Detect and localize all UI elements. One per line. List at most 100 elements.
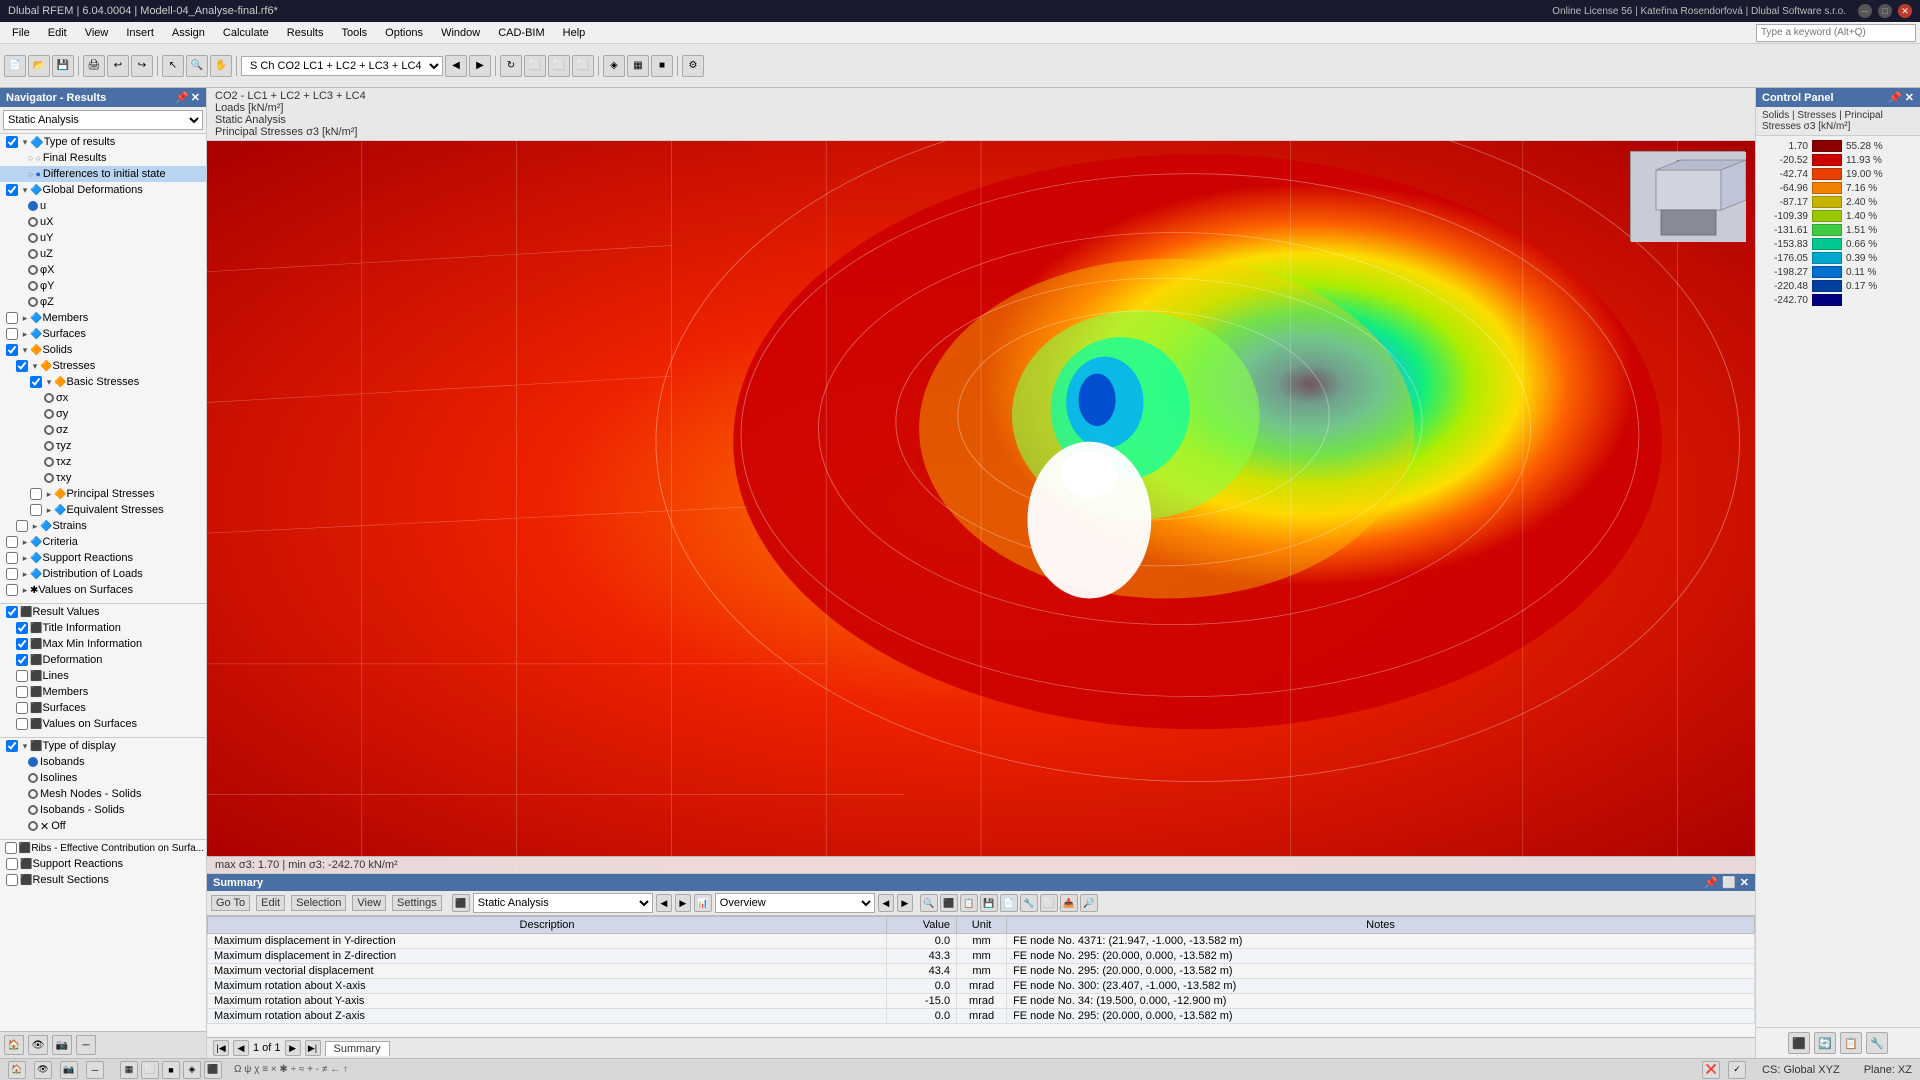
menu-results[interactable]: Results — [279, 25, 332, 41]
tree-ux[interactable]: uX — [0, 214, 206, 230]
tree-isolines[interactable]: Isolines — [0, 770, 206, 786]
tree-uy[interactable]: uY — [0, 230, 206, 246]
status-cam-btn[interactable]: 📷 — [60, 1061, 78, 1079]
side-view[interactable]: ⬜ — [548, 55, 570, 77]
expander-global-def[interactable]: ▾ — [20, 185, 30, 196]
status-line-btn[interactable]: ─ — [86, 1061, 104, 1079]
wireframe-button[interactable]: ▦ — [627, 55, 649, 77]
settings-button[interactable]: ⚙ — [682, 55, 704, 77]
keyword-search[interactable] — [1756, 24, 1916, 42]
tree-values-surfaces[interactable]: ▸ ✱ Values on Surfaces — [0, 582, 206, 598]
save-button[interactable]: 💾 — [52, 55, 74, 77]
expander-distloads[interactable]: ▸ — [20, 569, 30, 580]
expander-display[interactable]: ▾ — [20, 741, 30, 752]
tree-isobands[interactable]: Isobands — [0, 754, 206, 770]
sum-tb8[interactable]: 📥 — [1060, 894, 1078, 912]
summary-next[interactable]: ▶ — [675, 894, 691, 912]
expander-solids[interactable]: ▾ — [20, 345, 30, 356]
iso-view[interactable]: ◈ — [603, 55, 625, 77]
expander-strains[interactable]: ▸ — [30, 521, 40, 532]
tree-type-results[interactable]: ▾ 🔷 Type of results — [0, 134, 206, 150]
summary-expand[interactable]: ⬜ — [1722, 876, 1736, 889]
zoom-button[interactable]: 🔍 — [186, 55, 208, 77]
tree-support-reactions-2[interactable]: ⬛ Support Reactions — [0, 856, 206, 872]
status-home-btn[interactable]: 🏠 — [8, 1061, 26, 1079]
tree-values-surf-rv[interactable]: ⬛ Values on Surfaces — [0, 716, 206, 732]
sum-tb2[interactable]: ⬛ — [940, 894, 958, 912]
tree-tauxy[interactable]: τxy — [0, 470, 206, 486]
status-render5[interactable]: ⬛ — [204, 1061, 222, 1079]
tree-max-min-info[interactable]: ⬛ Max Min Information — [0, 636, 206, 652]
summary-edit[interactable]: Edit — [256, 895, 285, 911]
viewport[interactable]: 125.00 100.00 max σ3: 1.70 | min σ3: -24… — [207, 141, 1755, 873]
tree-deformation[interactable]: ⬛ Deformation — [0, 652, 206, 668]
tree-u[interactable]: u — [0, 198, 206, 214]
tree-type-display[interactable]: ▾ ⬛ Type of display — [0, 738, 206, 754]
tree-members-rv[interactable]: ⬛ Members — [0, 684, 206, 700]
minimize-button[interactable]: ─ — [1858, 4, 1872, 18]
cp-btn3[interactable]: 📋 — [1840, 1032, 1862, 1054]
tree-principal-stresses[interactable]: ▸ 🔶 Principal Stresses — [0, 486, 206, 502]
tree-mesh-nodes-solids[interactable]: Mesh Nodes - Solids — [0, 786, 206, 802]
tree-result-sections[interactable]: ⬛ Result Sections — [0, 872, 206, 888]
status-eye-btn[interactable]: 👁 — [34, 1061, 52, 1079]
cp-btn4[interactable]: 🔧 — [1866, 1032, 1888, 1054]
nav-analysis-select[interactable]: Static Analysis — [3, 110, 203, 130]
undo-button[interactable]: ↩ — [107, 55, 129, 77]
status-error-btn[interactable]: ❌ — [1702, 1061, 1720, 1079]
select-button[interactable]: ↖ — [162, 55, 184, 77]
tree-phix[interactable]: φX — [0, 262, 206, 278]
tree-solids[interactable]: ▾ 🔶 Solids — [0, 342, 206, 358]
tree-sigmax[interactable]: σx — [0, 390, 206, 406]
solid-button[interactable]: ■ — [651, 55, 673, 77]
status-render4[interactable]: ◈ — [183, 1061, 201, 1079]
menu-window[interactable]: Window — [433, 25, 488, 41]
status-render2[interactable]: ⬜ — [141, 1061, 159, 1079]
tree-off[interactable]: ✕ Off — [0, 818, 206, 834]
tree-strains[interactable]: ▸ 🔷 Strains — [0, 518, 206, 534]
tree-final-results[interactable]: ○ ○ Final Results — [0, 150, 206, 166]
menu-calculate[interactable]: Calculate — [215, 25, 277, 41]
tree-ribs[interactable]: ⬛ Ribs - Effective Contribution on Surfa… — [0, 840, 206, 856]
expander-surfaces[interactable]: ▸ — [20, 329, 30, 340]
nav-pin[interactable]: 📌 — [175, 91, 189, 104]
page-next[interactable]: ▶ — [285, 1040, 301, 1056]
menu-options[interactable]: Options — [377, 25, 431, 41]
nav-home-btn[interactable]: 🏠 — [4, 1035, 24, 1055]
summary-selection[interactable]: Selection — [291, 895, 346, 911]
expander-valsurf[interactable]: ▸ — [20, 585, 30, 596]
sum-tb6[interactable]: 🔧 — [1020, 894, 1038, 912]
new-button[interactable]: 📄 — [4, 55, 26, 77]
status-render1[interactable]: ▦ — [120, 1061, 138, 1079]
sum-tb9[interactable]: 🔎 — [1080, 894, 1098, 912]
cp-btn2[interactable]: 🔄 — [1814, 1032, 1836, 1054]
tree-equivalent-stresses[interactable]: ▸ 🔷 Equivalent Stresses — [0, 502, 206, 518]
open-button[interactable]: 📂 — [28, 55, 50, 77]
tree-title-info[interactable]: ⬛ Title Information — [0, 620, 206, 636]
sum-tb3[interactable]: 📋 — [960, 894, 978, 912]
nav-line-btn[interactable]: ─ — [76, 1035, 96, 1055]
summary-goto[interactable]: Go To — [211, 895, 250, 911]
redo-button[interactable]: ↪ — [131, 55, 153, 77]
tree-basic-stresses[interactable]: ▾ 🔶 Basic Stresses — [0, 374, 206, 390]
status-ok-btn[interactable]: ✓ — [1728, 1061, 1746, 1079]
summary-icon1[interactable]: ⬛ — [452, 894, 470, 912]
status-render3[interactable]: ■ — [162, 1061, 180, 1079]
nav-eye-btn[interactable]: 👁 — [28, 1035, 48, 1055]
menu-help[interactable]: Help — [555, 25, 594, 41]
tree-sigmaz[interactable]: σz — [0, 422, 206, 438]
tree-result-values[interactable]: ⬛ Result Values — [0, 604, 206, 620]
prev-load[interactable]: ◀ — [445, 55, 467, 77]
summary-overview-icon[interactable]: 📊 — [694, 894, 712, 912]
close-button[interactable]: ✕ — [1898, 4, 1912, 18]
menu-assign[interactable]: Assign — [164, 25, 213, 41]
tree-sigmay[interactable]: σy — [0, 406, 206, 422]
page-prev[interactable]: ◀ — [233, 1040, 249, 1056]
analysis-select[interactable]: Static Analysis — [473, 893, 653, 913]
expander-basic[interactable]: ▾ — [44, 377, 54, 388]
cp-btn1[interactable]: ⬛ — [1788, 1032, 1810, 1054]
sum-tb4[interactable]: 💾 — [980, 894, 998, 912]
nav-close[interactable]: ✕ — [191, 91, 200, 104]
print-button[interactable]: 🖨 — [83, 55, 105, 77]
expander-principal[interactable]: ▸ — [44, 489, 54, 500]
